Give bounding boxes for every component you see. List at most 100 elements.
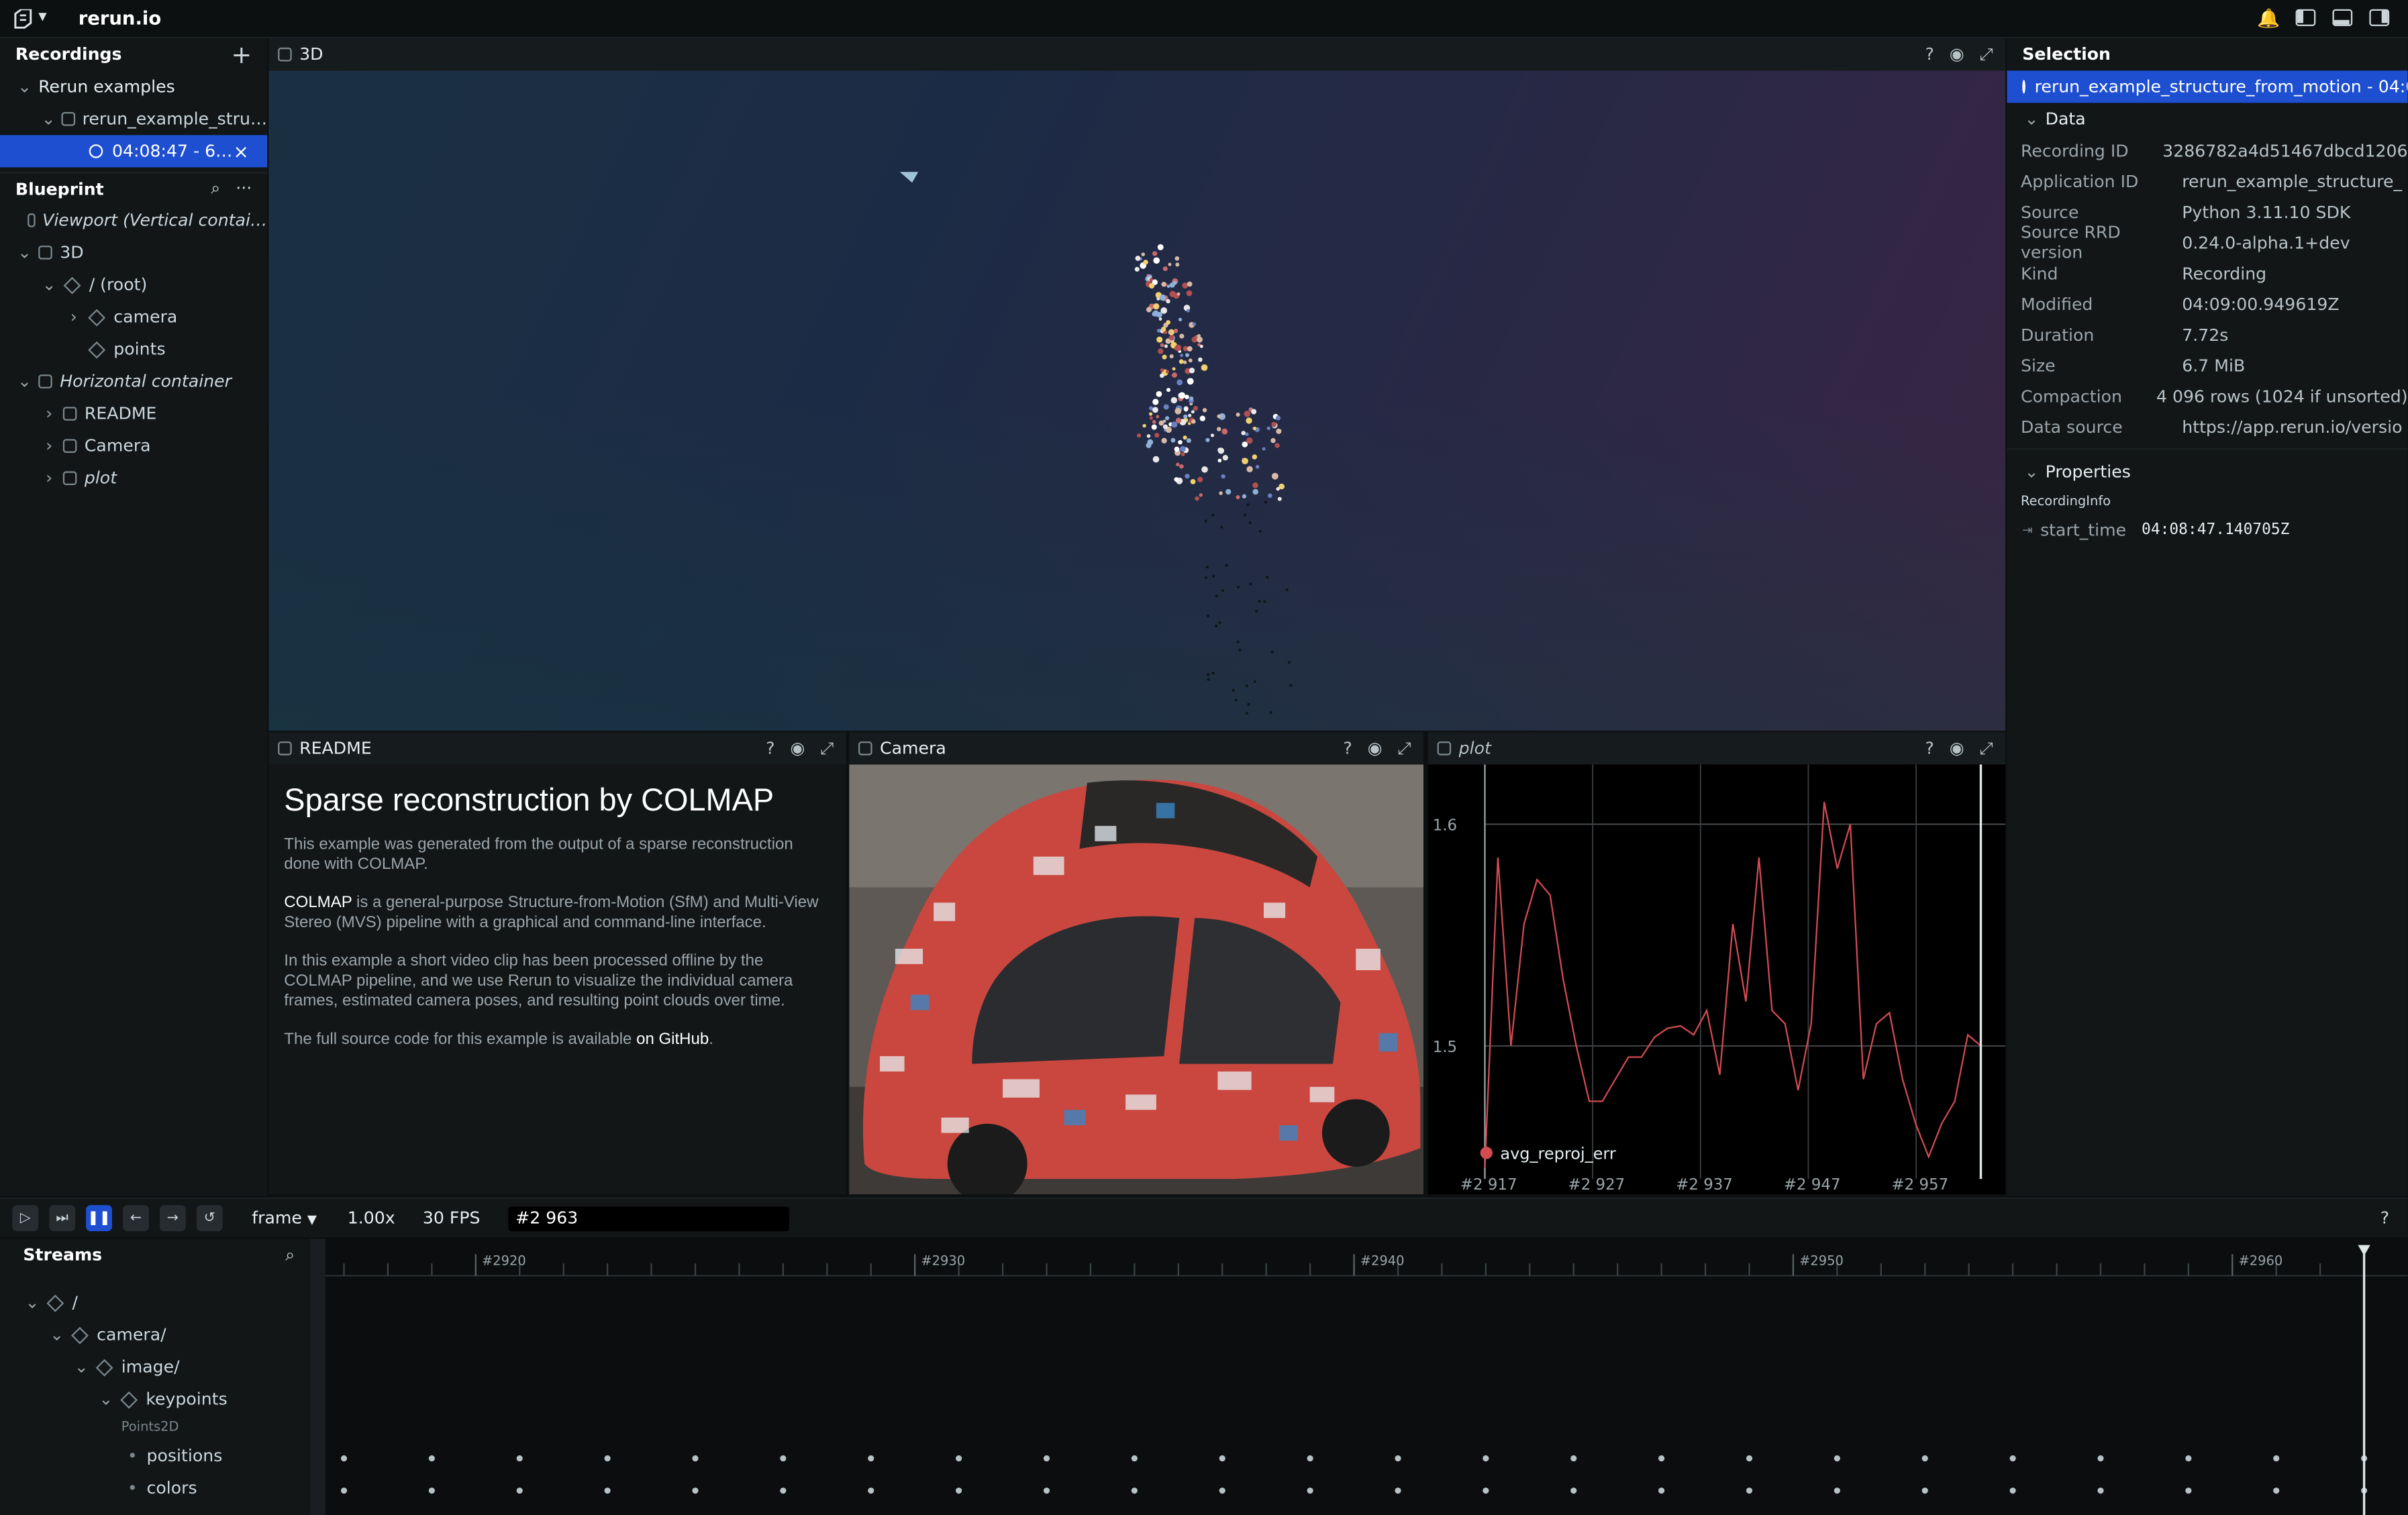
blueprint-item[interactable]: › plot <box>0 462 267 494</box>
event-marker[interactable] <box>2009 1487 2016 1494</box>
pause-icon[interactable]: ❚❚ <box>86 1205 113 1231</box>
view-3d[interactable]: 3D ? ◉ ⤢ <box>268 38 2006 731</box>
chevron-right-icon[interactable]: › <box>64 307 83 327</box>
help-icon[interactable]: ? <box>766 737 774 759</box>
timeline-area[interactable]: #2920 #2930 #2940 #2950 #2960 <box>325 1239 2408 1515</box>
chevron-down-icon[interactable]: ⌄ <box>15 76 34 97</box>
view-3d-tab[interactable]: 3D ? ◉ ⤢ <box>268 38 2006 71</box>
chevron-down-icon[interactable]: ⌄ <box>97 1390 115 1410</box>
more-options-icon[interactable]: ··· <box>236 178 252 199</box>
plot-view[interactable]: plot ? ◉ ⤢ 1.6 1.5 #2 917 #2 927 #2 937 #2 947 #… <box>1427 732 2006 1195</box>
event-marker[interactable] <box>1658 1487 1665 1494</box>
readme-view[interactable]: README ? ◉ ⤢ Sparse reconstruction by COLM… <box>268 732 846 1195</box>
loop-icon[interactable]: ↺ <box>196 1205 223 1231</box>
chevron-right-icon[interactable] <box>15 211 23 229</box>
chevron-down-icon[interactable]: ⌄ <box>15 372 34 392</box>
stream-item[interactable]: • colors <box>0 1472 310 1504</box>
rerun-logo-icon[interactable] <box>14 8 36 34</box>
event-marker[interactable] <box>1834 1455 1840 1462</box>
camera-tab[interactable]: Camera ? ◉ ⤢ <box>849 732 1423 765</box>
event-marker[interactable] <box>1834 1487 1840 1494</box>
event-marker[interactable] <box>1395 1455 1401 1462</box>
event-marker[interactable] <box>604 1455 611 1462</box>
chevron-down-icon[interactable]: ⌄ <box>2022 109 2040 129</box>
visibility-eye-icon[interactable]: ◉ <box>1950 44 1964 65</box>
timeline-canvas[interactable]: #2920 #2930 #2940 #2950 #2960 <box>325 1239 2408 1515</box>
playback-speed[interactable]: 1.00x <box>348 1208 395 1229</box>
help-icon[interactable]: ? <box>1925 44 1934 65</box>
event-marker[interactable] <box>1483 1455 1489 1462</box>
notification-bell-icon[interactable]: 🔔 <box>2257 7 2280 29</box>
menu-dropdown-icon[interactable]: ▼ <box>38 11 46 23</box>
recording-group-rerun-examples[interactable]: ⌄ Rerun examples <box>0 70 267 103</box>
event-marker[interactable] <box>2273 1455 2280 1462</box>
search-icon[interactable]: ⌕ <box>285 1244 295 1265</box>
visibility-eye-icon[interactable]: ◉ <box>790 737 805 759</box>
blueprint-item[interactable]: points <box>0 333 267 365</box>
event-marker[interactable] <box>692 1487 699 1494</box>
visibility-eye-icon[interactable]: ◉ <box>1368 737 1383 759</box>
plot-tab[interactable]: plot ? ◉ ⤢ <box>1427 732 2006 765</box>
event-marker[interactable] <box>2273 1487 2280 1494</box>
recording-app-item[interactable]: ⌄ rerun_example_stru… <box>0 103 267 135</box>
search-icon[interactable]: ⌕ <box>211 178 220 199</box>
event-marker[interactable] <box>1219 1455 1225 1462</box>
chevron-right-icon[interactable]: › <box>40 468 58 488</box>
close-recording-icon[interactable]: × <box>234 140 249 162</box>
event-marker[interactable] <box>780 1455 787 1462</box>
event-marker[interactable] <box>2185 1487 2192 1494</box>
event-marker[interactable] <box>1131 1487 1138 1494</box>
event-marker[interactable] <box>780 1487 787 1494</box>
play-icon[interactable]: ▷ <box>12 1205 39 1231</box>
help-icon[interactable]: ? <box>1343 737 1352 759</box>
event-marker[interactable] <box>1307 1455 1313 1462</box>
toggle-bottom-panel-icon[interactable] <box>2332 9 2353 26</box>
event-marker[interactable] <box>340 1455 348 1462</box>
blueprint-item[interactable]: › camera <box>0 301 267 333</box>
plot-canvas[interactable]: 1.6 1.5 #2 917 #2 927 #2 937 #2 947 #2 957 avg_… <box>1427 764 2006 1195</box>
toggle-right-panel-icon[interactable] <box>2369 9 2390 26</box>
blueprint-item[interactable]: Viewport (Vertical contai… <box>0 204 267 236</box>
recording-item-selected[interactable]: 04:08:47 - 6… × <box>0 135 268 168</box>
event-marker[interactable] <box>956 1455 962 1462</box>
view-3d-canvas[interactable] <box>268 70 2006 731</box>
event-marker[interactable] <box>1395 1487 1401 1494</box>
maximize-icon[interactable]: ⤢ <box>1980 44 1993 65</box>
event-marker[interactable] <box>1483 1487 1489 1494</box>
event-marker[interactable] <box>1131 1455 1138 1462</box>
chevron-right-icon[interactable]: › <box>40 436 58 456</box>
step-forward-icon[interactable]: → <box>159 1205 186 1231</box>
event-marker[interactable] <box>956 1487 962 1494</box>
blueprint-item[interactable]: › Camera <box>0 430 267 462</box>
stream-item[interactable]: ⌄ camera/ <box>0 1318 310 1351</box>
event-marker[interactable] <box>692 1455 699 1462</box>
event-marker[interactable] <box>428 1487 435 1494</box>
toggle-left-panel-icon[interactable] <box>2295 9 2316 26</box>
visibility-eye-icon[interactable]: ◉ <box>1950 737 1964 759</box>
chevron-right-icon[interactable]: › <box>40 404 58 424</box>
help-icon[interactable]: ? <box>1925 737 1934 759</box>
stream-item[interactable]: ⌄ / <box>0 1286 310 1318</box>
event-marker[interactable] <box>868 1487 874 1494</box>
chevron-down-icon[interactable]: ⌄ <box>40 109 56 129</box>
event-marker[interactable] <box>1043 1455 1050 1462</box>
help-icon[interactable]: ? <box>2380 1208 2389 1229</box>
stream-item[interactable]: • positions <box>0 1440 310 1472</box>
stream-item[interactable]: Points2D <box>0 1416 310 1441</box>
event-marker[interactable] <box>1746 1455 1753 1462</box>
step-end-icon[interactable]: ⏭ <box>49 1205 76 1231</box>
event-marker[interactable] <box>1658 1455 1665 1462</box>
event-marker[interactable] <box>1307 1487 1313 1494</box>
stream-item[interactable]: ⌄ keypoints <box>0 1383 310 1415</box>
blueprint-item[interactable]: ⌄ 3D <box>0 236 267 268</box>
chevron-down-icon[interactable]: ⌄ <box>48 1325 66 1345</box>
step-back-icon[interactable]: ← <box>123 1205 149 1231</box>
event-marker[interactable] <box>1570 1455 1577 1462</box>
timeline-selector[interactable]: frame ▼ <box>252 1208 317 1229</box>
chevron-down-icon[interactable]: ⌄ <box>2022 462 2040 482</box>
add-recording-icon[interactable]: + <box>232 40 252 68</box>
event-marker[interactable] <box>2009 1455 2016 1462</box>
event-marker[interactable] <box>1570 1487 1577 1494</box>
event-marker[interactable] <box>868 1455 874 1462</box>
camera-view[interactable]: Camera ? ◉ ⤢ <box>849 732 1423 1195</box>
